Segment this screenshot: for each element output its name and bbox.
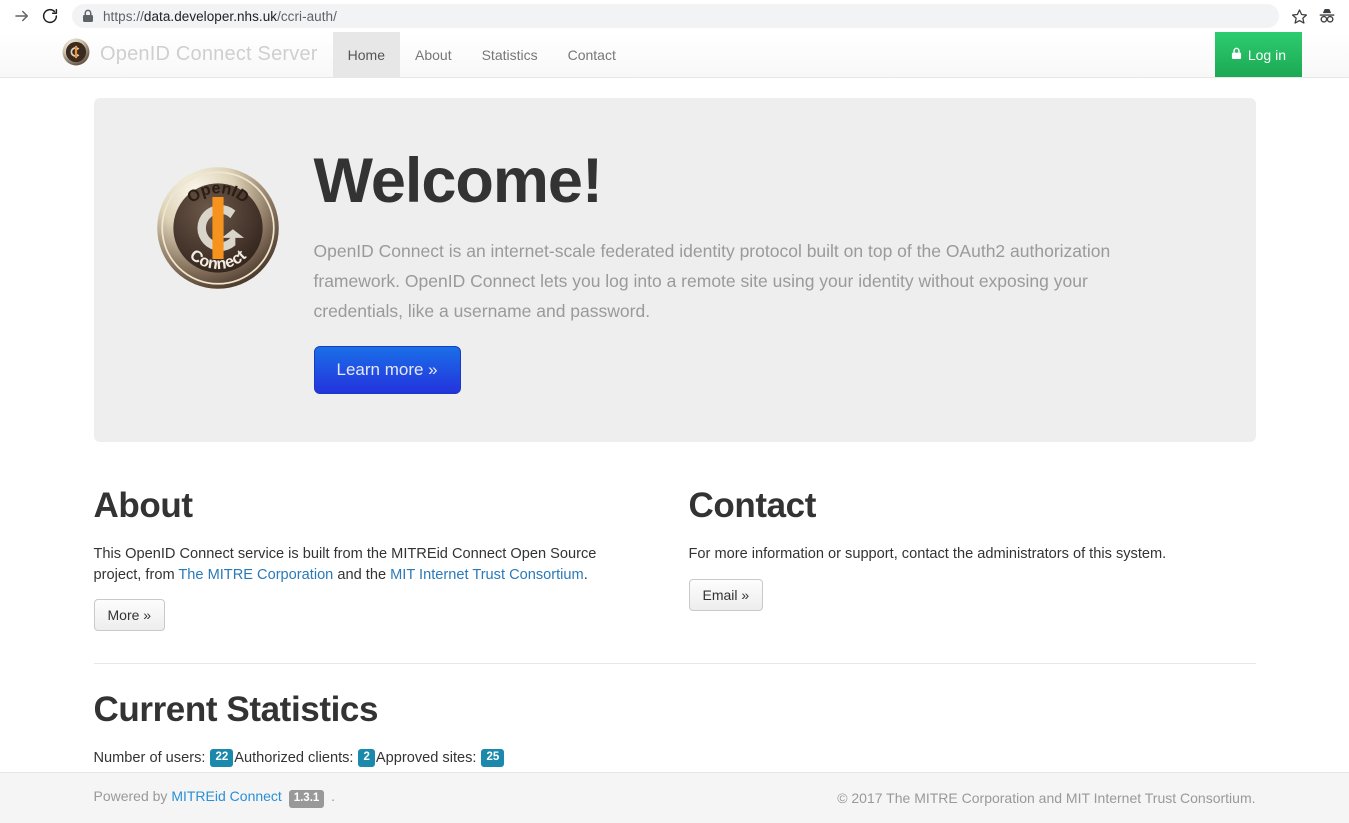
footer-powered-by: Powered by MITREid Connect 1.3.1 . xyxy=(93,788,336,808)
login-button-label: Log in xyxy=(1247,46,1286,63)
nav-link-home[interactable]: Home xyxy=(332,32,400,77)
nav-link-contact[interactable]: Contact xyxy=(553,32,631,77)
version-badge: 1.3.1 xyxy=(288,790,325,808)
sites-label: Approved sites: xyxy=(375,750,477,766)
browser-toolbar: https://data.developer.nhs.uk/ccri-auth/ xyxy=(0,0,1349,32)
section-divider xyxy=(93,663,1256,664)
navbar-brand[interactable]: OpenID Connect Server xyxy=(47,32,333,77)
footer-period: . xyxy=(331,788,336,805)
nav-link-statistics[interactable]: Statistics xyxy=(467,32,553,77)
about-text: This OpenID Connect service is built fro… xyxy=(94,544,639,585)
nav-link-about[interactable]: About xyxy=(400,32,467,77)
page-container: OpenID Connect Welcome! OpenID Connect i… xyxy=(93,98,1256,768)
contact-title: Contact xyxy=(688,486,817,525)
footer-copyright: © 2017 The MITRE Corporation and MIT Int… xyxy=(837,790,1256,806)
users-label: Number of users: xyxy=(93,750,206,766)
clients-label: Authorized clients: xyxy=(234,750,354,766)
info-columns: About This OpenID Connect service is bui… xyxy=(93,486,1256,631)
mitre-corporation-link[interactable]: The MITRE Corporation xyxy=(178,567,333,583)
bookmark-button[interactable] xyxy=(1285,2,1313,30)
sites-count-badge: 25 xyxy=(481,749,505,767)
mitreid-connect-link[interactable]: MITREid Connect xyxy=(171,788,281,804)
learn-more-button[interactable]: Learn more » xyxy=(313,346,461,395)
forward-arrow-icon xyxy=(13,7,31,25)
navbar-links: Home About Statistics Contact xyxy=(332,32,631,77)
jumbotron-description: OpenID Connect is an internet-scale fede… xyxy=(313,241,1111,322)
about-section: About This OpenID Connect service is bui… xyxy=(93,486,675,631)
statistics-title: Current Statistics xyxy=(93,690,379,729)
brand-title: OpenID Connect Server xyxy=(100,43,318,65)
lock-icon xyxy=(1231,47,1242,63)
email-button[interactable]: Email » xyxy=(688,578,764,611)
login-button[interactable]: Log in xyxy=(1214,32,1302,77)
statistics-section: Current Statistics Number of users: 22 A… xyxy=(94,690,1256,768)
main-navbar: OpenID Connect Server Home About Statist… xyxy=(0,32,1349,78)
contact-text: For more information or support, contact… xyxy=(688,546,1167,562)
reload-button[interactable] xyxy=(36,2,64,30)
powered-by-label: Powered by xyxy=(93,788,168,805)
navbar-right: Log in xyxy=(1214,32,1302,77)
page-title: Welcome! xyxy=(313,146,603,216)
more-button[interactable]: More » xyxy=(93,599,166,631)
about-text-part-3: . xyxy=(583,566,588,583)
address-bar[interactable]: https://data.developer.nhs.uk/ccri-auth/ xyxy=(72,4,1279,28)
url-path: /ccri-auth/ xyxy=(277,8,337,24)
mit-internet-trust-consortium-link[interactable]: MIT Internet Trust Consortium xyxy=(390,567,584,583)
jumbotron-body: Welcome! OpenID Connect is an internet-s… xyxy=(313,146,1218,395)
about-text-part-2: and the xyxy=(333,566,391,583)
url-text: https://data.developer.nhs.uk/ccri-auth/ xyxy=(103,9,337,24)
page-footer: Powered by MITREid Connect 1.3.1 . © 201… xyxy=(0,772,1349,823)
browser-actions xyxy=(1285,2,1341,30)
incognito-button[interactable] xyxy=(1313,2,1341,30)
welcome-jumbotron: OpenID Connect Welcome! OpenID Connect i… xyxy=(93,98,1256,442)
incognito-icon xyxy=(1317,7,1337,25)
contact-section: Contact For more information or support,… xyxy=(675,486,1256,631)
star-icon xyxy=(1291,8,1308,25)
jumbotron-logo: OpenID Connect xyxy=(156,166,280,295)
url-prefix: https:// xyxy=(103,8,144,24)
openid-connect-logo-icon: OpenID Connect xyxy=(156,167,279,289)
users-count-badge: 22 xyxy=(210,749,234,767)
lock-icon xyxy=(82,9,94,23)
reload-icon xyxy=(41,7,59,25)
forward-button[interactable] xyxy=(8,2,36,30)
clients-count-badge: 2 xyxy=(358,749,375,767)
url-host: data.developer.nhs.uk xyxy=(143,8,278,24)
openid-connect-logo-icon xyxy=(62,38,90,71)
statistics-line: Number of users: 22 Authorized clients: … xyxy=(94,748,1256,768)
about-title: About xyxy=(93,486,193,525)
